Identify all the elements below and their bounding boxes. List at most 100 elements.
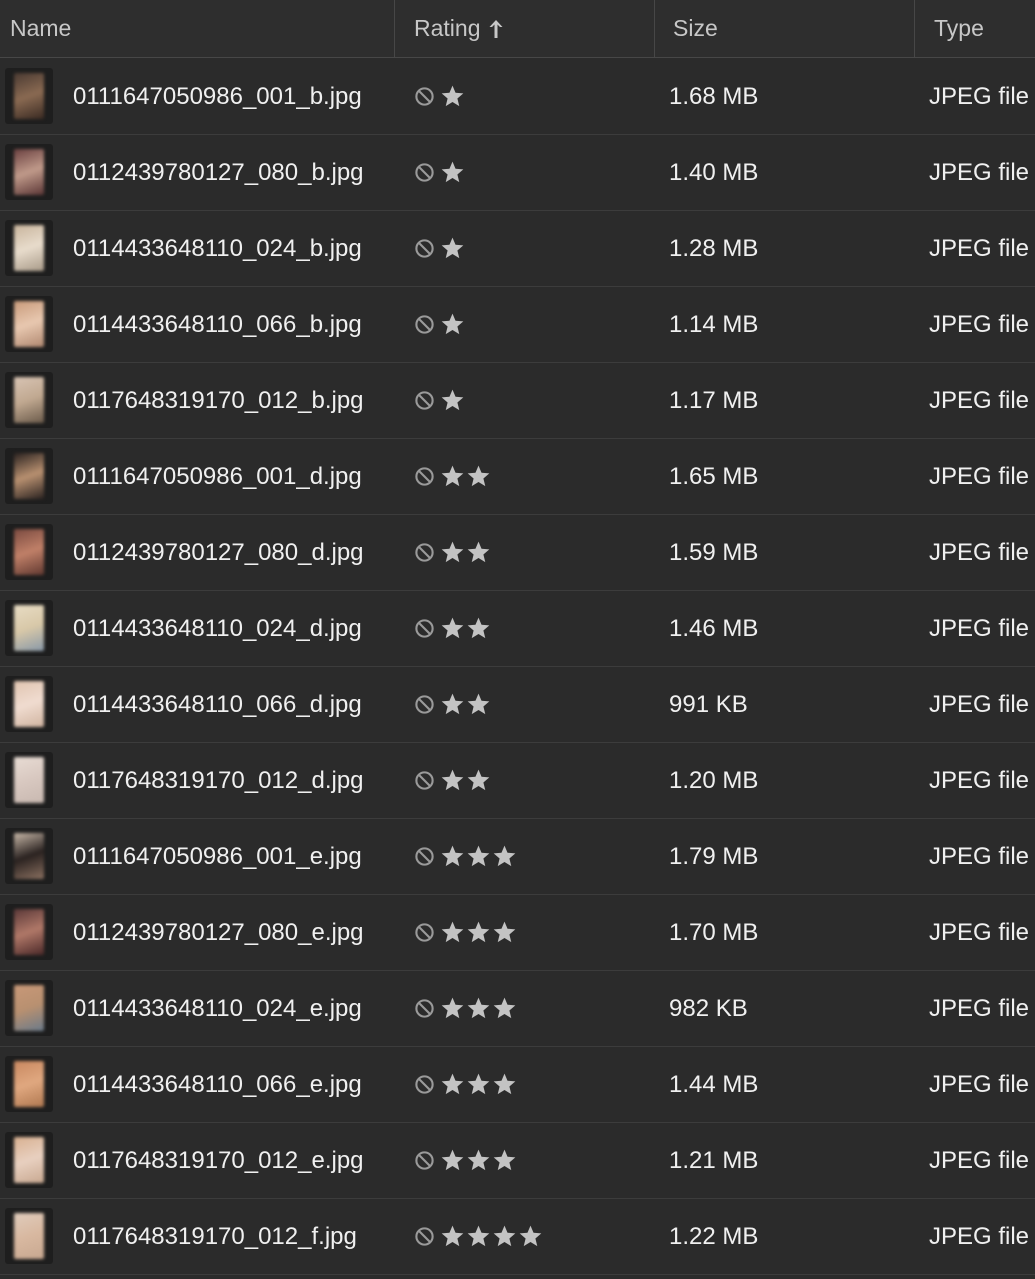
thumbnail-image xyxy=(14,529,44,575)
star-icon[interactable] xyxy=(466,996,491,1021)
star-icon[interactable] xyxy=(440,692,465,717)
column-header-type[interactable]: Type xyxy=(914,0,1035,57)
star-icon[interactable] xyxy=(440,312,465,337)
no-rating-icon[interactable] xyxy=(414,618,435,639)
no-rating-icon[interactable] xyxy=(414,466,435,487)
file-thumbnail xyxy=(5,1132,53,1188)
file-row[interactable]: 0114433648110_066_e.jpg 1.44 MB JPEG file xyxy=(0,1047,1035,1123)
file-type: JPEG file xyxy=(929,690,1030,718)
no-rating-icon[interactable] xyxy=(414,1226,435,1247)
file-rating[interactable] xyxy=(414,515,492,590)
file-rating[interactable] xyxy=(414,439,492,514)
column-header-size-label: Size xyxy=(673,15,718,41)
star-icon[interactable] xyxy=(466,920,491,945)
file-row[interactable]: 0114433648110_066_b.jpg 1.14 MB JPEG file xyxy=(0,287,1035,363)
file-rating[interactable] xyxy=(414,211,466,286)
star-icon[interactable] xyxy=(440,1072,465,1097)
no-rating-icon[interactable] xyxy=(414,162,435,183)
no-rating-icon[interactable] xyxy=(414,694,435,715)
file-size: 982 KB xyxy=(669,994,748,1022)
star-icon[interactable] xyxy=(440,1224,465,1249)
file-row[interactable]: 0117648319170_012_e.jpg 1.21 MB JPEG file xyxy=(0,1123,1035,1199)
file-rating[interactable] xyxy=(414,287,466,362)
star-icon[interactable] xyxy=(492,996,517,1021)
no-rating-icon[interactable] xyxy=(414,542,435,563)
file-rating[interactable] xyxy=(414,135,466,210)
column-header-rating[interactable]: Rating xyxy=(394,0,654,57)
file-thumbnail xyxy=(5,752,53,808)
file-name: 0112439780127_080_d.jpg xyxy=(73,538,364,566)
file-rating[interactable] xyxy=(414,819,518,894)
file-row[interactable]: 0117648319170_012_f.jpg 1.22 MB JPEG file xyxy=(0,1199,1035,1275)
star-icon[interactable] xyxy=(492,1224,517,1249)
file-rating[interactable] xyxy=(414,895,518,970)
star-icon[interactable] xyxy=(466,540,491,565)
star-icon[interactable] xyxy=(466,464,491,489)
star-icon[interactable] xyxy=(440,920,465,945)
star-icon[interactable] xyxy=(466,768,491,793)
star-icon[interactable] xyxy=(466,1072,491,1097)
file-thumbnail xyxy=(5,1056,53,1112)
no-rating-icon[interactable] xyxy=(414,1150,435,1171)
file-rating[interactable] xyxy=(414,59,466,134)
file-row[interactable]: 0111647050986_001_b.jpg 1.68 MB JPEG file xyxy=(0,59,1035,135)
file-name: 0117648319170_012_e.jpg xyxy=(73,1146,364,1174)
star-icon[interactable] xyxy=(466,692,491,717)
star-icon[interactable] xyxy=(492,1148,517,1173)
star-icon[interactable] xyxy=(440,84,465,109)
column-header-name[interactable]: Name xyxy=(0,0,394,57)
file-rating[interactable] xyxy=(414,971,518,1046)
no-rating-icon[interactable] xyxy=(414,390,435,411)
file-rating[interactable] xyxy=(414,591,492,666)
file-size: 1.17 MB xyxy=(669,386,759,414)
no-rating-icon[interactable] xyxy=(414,998,435,1019)
file-row[interactable]: 0117648319170_012_d.jpg 1.20 MB JPEG file xyxy=(0,743,1035,819)
file-row[interactable]: 0112439780127_080_b.jpg 1.40 MB JPEG file xyxy=(0,135,1035,211)
star-icon[interactable] xyxy=(492,844,517,869)
file-rating[interactable] xyxy=(414,1199,544,1274)
star-icon[interactable] xyxy=(492,920,517,945)
star-icon[interactable] xyxy=(440,844,465,869)
star-icon[interactable] xyxy=(440,388,465,413)
file-row[interactable]: 0114433648110_024_e.jpg 982 KB JPEG file xyxy=(0,971,1035,1047)
file-row[interactable]: 0114433648110_024_b.jpg 1.28 MB JPEG file xyxy=(0,211,1035,287)
star-icon[interactable] xyxy=(466,844,491,869)
file-rating[interactable] xyxy=(414,363,466,438)
thumbnail-image xyxy=(14,605,44,651)
no-rating-icon[interactable] xyxy=(414,1074,435,1095)
file-thumbnail xyxy=(5,980,53,1036)
star-icon[interactable] xyxy=(466,1148,491,1173)
star-icon[interactable] xyxy=(440,236,465,261)
star-icon[interactable] xyxy=(440,768,465,793)
file-size: 1.70 MB xyxy=(669,918,759,946)
star-icon[interactable] xyxy=(440,160,465,185)
no-rating-icon[interactable] xyxy=(414,86,435,107)
file-row[interactable]: 0114433648110_024_d.jpg 1.46 MB JPEG file xyxy=(0,591,1035,667)
star-icon[interactable] xyxy=(440,996,465,1021)
column-header-size[interactable]: Size xyxy=(654,0,914,57)
file-rating[interactable] xyxy=(414,743,492,818)
no-rating-icon[interactable] xyxy=(414,922,435,943)
star-icon[interactable] xyxy=(440,464,465,489)
star-icon[interactable] xyxy=(492,1072,517,1097)
star-icon[interactable] xyxy=(440,1148,465,1173)
star-icon[interactable] xyxy=(466,1224,491,1249)
no-rating-icon[interactable] xyxy=(414,846,435,867)
file-row[interactable]: 0111647050986_001_d.jpg 1.65 MB JPEG file xyxy=(0,439,1035,515)
file-row[interactable]: 0112439780127_080_e.jpg 1.70 MB JPEG file xyxy=(0,895,1035,971)
file-rating[interactable] xyxy=(414,667,492,742)
star-icon[interactable] xyxy=(440,540,465,565)
star-icon[interactable] xyxy=(518,1224,543,1249)
no-rating-icon[interactable] xyxy=(414,770,435,791)
star-icon[interactable] xyxy=(466,616,491,641)
file-size: 1.59 MB xyxy=(669,538,759,566)
file-rating[interactable] xyxy=(414,1047,518,1122)
file-rating[interactable] xyxy=(414,1123,518,1198)
file-row[interactable]: 0117648319170_012_b.jpg 1.17 MB JPEG file xyxy=(0,363,1035,439)
no-rating-icon[interactable] xyxy=(414,314,435,335)
file-row[interactable]: 0112439780127_080_d.jpg 1.59 MB JPEG file xyxy=(0,515,1035,591)
no-rating-icon[interactable] xyxy=(414,238,435,259)
file-row[interactable]: 0111647050986_001_e.jpg 1.79 MB JPEG file xyxy=(0,819,1035,895)
star-icon[interactable] xyxy=(440,616,465,641)
file-row[interactable]: 0114433648110_066_d.jpg 991 KB JPEG file xyxy=(0,667,1035,743)
